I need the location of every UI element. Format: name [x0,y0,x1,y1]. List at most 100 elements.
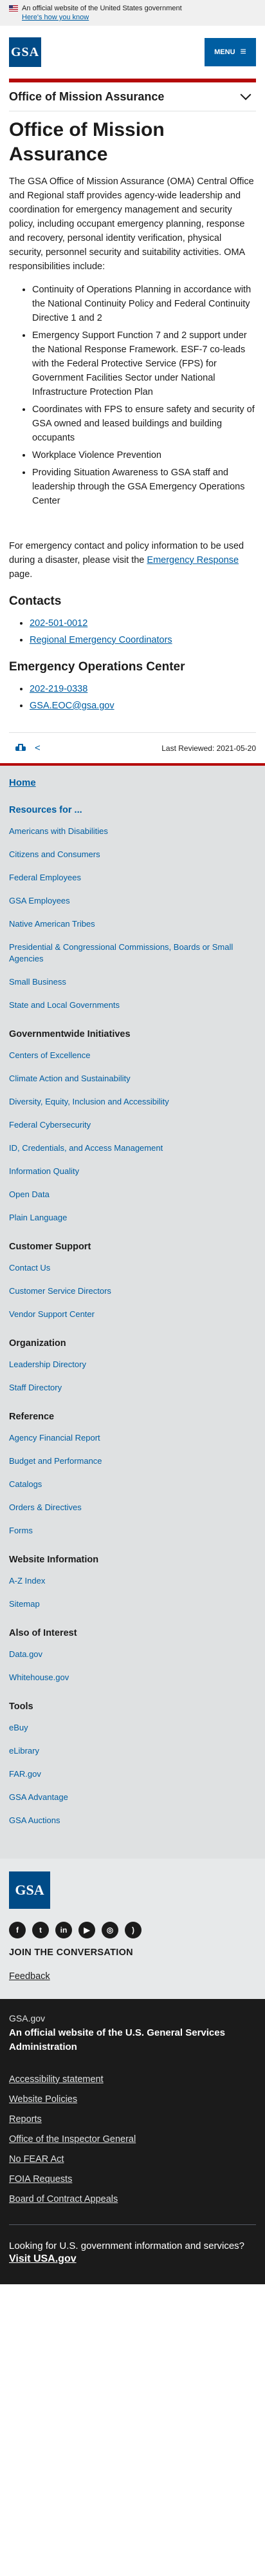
footer-link[interactable]: Orders & Directives [9,1502,256,1513]
footer-link[interactable]: eLibrary [9,1745,256,1757]
footer-link[interactable]: Sitemap [9,1598,256,1610]
feedback-link[interactable]: Feedback [9,1971,50,1982]
page-tools: < Last Reviewed: 2021-05-20 [9,732,256,763]
footer-link[interactable]: A-Z Index [9,1575,256,1587]
regional-coordinators-link[interactable]: Regional Emergency Coordinators [30,635,172,645]
footer-link[interactable]: Citizens and Consumers [9,849,256,860]
facebook-icon[interactable]: f [9,1922,26,1938]
twitter-icon[interactable]: t [32,1922,49,1938]
footer-nav: Home Resources for ... Americans with Dis… [0,766,265,1859]
footer-group-title: Website Information [9,1555,99,1565]
contacts-list: 202-501-0012 Regional Emergency Coordina… [30,616,256,647]
list-item: Continuity of Operations Planning in acc… [32,283,256,325]
footer-link[interactable]: Whitehouse.gov [9,1672,256,1683]
identifier-link[interactable]: Website Policies [9,2094,77,2105]
footer-group-title: Organization [9,1338,66,1349]
identifier-link[interactable]: FOIA Requests [9,2174,72,2184]
page-title: Office of Mission Assurance [9,119,165,165]
eoc-phone-link[interactable]: 202-219-0338 [30,684,87,694]
footer-link[interactable]: Climate Action and Sustainability [9,1073,256,1084]
site-header: GSA MENU ≡ [0,26,265,79]
usa-gov-box: Looking for U.S. government information … [9,2224,256,2265]
footer-link[interactable]: Small Business [9,976,256,988]
social-section: GSA f t in ▶ ◎) JOIN THE CONVERSATION Feedba… [0,1859,265,1999]
list-item: Emergency Support Function 7 and 2 suppo… [32,328,256,399]
footer-link[interactable]: GSA Advantage [9,1792,256,1803]
identifier-links: Accessibility statement Website Policies R… [9,2074,256,2205]
instagram-icon[interactable]: ◎ [102,1922,118,1938]
footer-link[interactable]: Budget and Performance [9,1455,256,1467]
print-icon[interactable] [15,744,26,752]
identifier-link[interactable]: Office of the Inspector General [9,2134,136,2145]
responsibilities-list: Continuity of Operations Planning in acc… [32,283,256,508]
footer-link[interactable]: Customer Service Directors [9,1285,256,1297]
footer-group: Also of Interest Data.gov Whitehouse.gov [9,1628,256,1683]
footer-group: Resources for ... Americans with Disabili… [9,805,256,1011]
footer-group-title: Governmentwide Initiatives [9,1029,131,1039]
identifier-link[interactable]: Board of Contract Appeals [9,2194,118,2204]
banner-text: An official website of the United States… [22,5,182,12]
identifier-link[interactable]: Accessibility statement [9,2074,104,2085]
footer-link[interactable]: State and Local Governments [9,999,256,1011]
footer-link[interactable]: Information Quality [9,1166,256,1177]
footer-link[interactable]: Federal Employees [9,872,256,884]
footer-link[interactable]: Agency Financial Report [9,1432,256,1444]
footer-gsa-logo[interactable]: GSA [9,1871,50,1909]
heres-how-link[interactable]: Here's how you know [22,14,89,21]
emergency-text-end: page. [9,569,33,580]
us-flag-icon [9,5,18,12]
footer-link[interactable]: Centers of Excellence [9,1050,256,1061]
footer-link[interactable]: ID, Credentials, and Access Management [9,1142,256,1154]
section-nav-title: Office of Mission Assurance [9,90,165,103]
footer-link[interactable]: eBuy [9,1722,256,1734]
footer-link[interactable]: Americans with Disabilities [9,826,256,837]
youtube-icon[interactable]: ▶ [78,1922,95,1938]
contacts-heading: Contacts [9,594,62,608]
emergency-response-link[interactable]: Emergency Response [147,555,239,565]
footer-link[interactable]: Open Data [9,1189,256,1200]
eoc-email-link[interactable]: GSA.EOC@gsa.gov [30,701,114,711]
identifier-link[interactable]: No FEAR Act [9,2154,64,2164]
footer-group: Governmentwide Initiatives Centers of Exc… [9,1029,256,1224]
footer-link[interactable]: Data.gov [9,1649,256,1660]
footer-group-title[interactable]: Resources for ... [9,805,256,815]
footer-link[interactable]: Plain Language [9,1212,256,1224]
hamburger-icon: ≡ [240,46,246,57]
footer-group-title: Also of Interest [9,1628,77,1638]
linkedin-icon[interactable]: in [55,1922,72,1938]
eoc-heading: Emergency Operations Center [9,660,185,674]
footer-group: Organization Leadership Directory Staff Di… [9,1338,256,1394]
phone-link[interactable]: 202-501-0012 [30,618,87,629]
share-icon[interactable]: < [35,743,41,753]
footer-home-link[interactable]: Home [9,777,256,788]
usa-gov-link[interactable]: Visit USA.gov [9,2253,77,2264]
footer-link[interactable]: Catalogs [9,1479,256,1490]
intro-paragraph: The GSA Office of Mission Assurance (OMA… [9,176,254,272]
footer-group-title: Customer Support [9,1242,91,1252]
identifier-official: An official website of the U.S. General … [9,2027,225,2052]
social-icons: f t in ▶ ◎) [9,1922,256,1938]
identifier: GSA.gov An official website of the U.S. … [0,1999,265,2284]
emergency-paragraph: For emergency contact and policy informa… [9,539,256,582]
footer-link[interactable]: Leadership Directory [9,1359,256,1370]
footer-link[interactable]: GSA Employees [9,895,256,907]
footer-link[interactable]: Federal Cybersecurity [9,1119,256,1131]
section-nav-toggle[interactable]: Office of Mission Assurance [9,79,256,111]
menu-label: MENU [214,48,235,56]
identifier-domain: GSA.gov [9,2013,46,2023]
last-reviewed: Last Reviewed: 2021-05-20 [161,743,256,753]
gov-banner: An official website of the United States… [0,0,265,26]
footer-link[interactable]: Vendor Support Center [9,1309,256,1320]
footer-link[interactable]: Native American Tribes [9,918,256,930]
footer-link[interactable]: Staff Directory [9,1382,256,1394]
footer-link[interactable]: Forms [9,1525,256,1537]
footer-link[interactable]: GSA Auctions [9,1815,256,1826]
menu-button[interactable]: MENU ≡ [205,38,256,66]
rss-icon[interactable]: ) [125,1922,142,1938]
footer-link[interactable]: Presidential & Congressional Commissions… [9,942,256,965]
footer-link[interactable]: Contact Us [9,1262,256,1274]
footer-link[interactable]: FAR.gov [9,1768,256,1780]
gsa-logo[interactable]: GSA [9,37,41,67]
footer-link[interactable]: Diversity, Equity, Inclusion and Accessi… [9,1096,256,1108]
identifier-link[interactable]: Reports [9,2114,42,2125]
